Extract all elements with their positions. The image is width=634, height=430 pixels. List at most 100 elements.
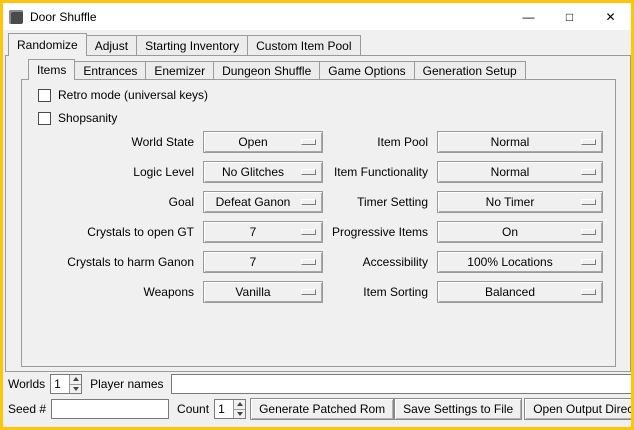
progressive-items-value: On <box>502 225 518 239</box>
item-pool-value: Normal <box>491 135 530 149</box>
timer-setting-label: Timer Setting <box>323 187 428 217</box>
worlds-row: Worlds Player names <box>8 374 632 394</box>
count-spin-arrows <box>233 400 245 418</box>
generate-patched-rom-button[interactable]: Generate Patched Rom <box>250 398 394 420</box>
shopsanity-label: Shopsanity <box>58 111 117 125</box>
dropdown-indicator-icon <box>301 289 316 295</box>
crystals-ganon-dropdown[interactable]: 7 <box>203 251 323 273</box>
item-pool-dropdown[interactable]: Normal <box>437 131 603 153</box>
maximize-icon: □ <box>566 11 573 23</box>
crystals-ganon-label: Crystals to harm Ganon <box>38 247 194 277</box>
item-functionality-dropdown[interactable]: Normal <box>437 161 603 183</box>
player-names-input[interactable] <box>171 374 633 394</box>
tab-label: Randomize <box>17 38 78 52</box>
tab-generation-setup[interactable]: Generation Setup <box>414 61 526 80</box>
shopsanity-checkbox[interactable] <box>38 112 51 125</box>
accessibility-label: Accessibility <box>323 247 428 277</box>
tab-label: Game Options <box>328 64 405 78</box>
minimize-button[interactable]: — <box>508 3 549 30</box>
accessibility-dropdown[interactable]: 100% Locations <box>437 251 603 273</box>
progressive-items-dropdown[interactable]: On <box>437 221 603 243</box>
count-label: Count <box>177 402 209 416</box>
app-window: Door Shuffle — □ ✕ Randomize Adjust Star… <box>0 0 634 430</box>
weapons-label: Weapons <box>38 277 194 307</box>
count-spinbox <box>214 399 246 419</box>
dropdown-indicator-icon <box>581 139 596 145</box>
count-spin-up-button[interactable] <box>234 400 245 410</box>
goal-label: Goal <box>38 187 194 217</box>
logic-level-label: Logic Level <box>38 157 194 187</box>
tab-randomize[interactable]: Randomize <box>8 33 87 56</box>
dropdown-indicator-icon <box>581 229 596 235</box>
worlds-spin-down-button[interactable] <box>70 385 81 394</box>
dropdown-indicator-icon <box>581 259 596 265</box>
tab-adjust[interactable]: Adjust <box>86 35 137 56</box>
window-content: Randomize Adjust Starting Inventory Cust… <box>3 30 631 427</box>
crystals-gt-dropdown[interactable]: 7 <box>203 221 323 243</box>
dropdown-indicator-icon <box>301 259 316 265</box>
open-output-directory-button[interactable]: Open Output Directory <box>524 398 634 420</box>
crystals-ganon-value: 7 <box>250 255 257 269</box>
retro-mode-label: Retro mode (universal keys) <box>58 88 208 102</box>
world-state-dropdown[interactable]: Open <box>203 131 323 153</box>
tab-game-options[interactable]: Game Options <box>319 61 414 80</box>
worlds-input[interactable] <box>51 375 69 393</box>
tab-dungeon-shuffle[interactable]: Dungeon Shuffle <box>213 61 320 80</box>
worlds-label: Worlds <box>8 377 45 391</box>
tab-label: Adjust <box>95 39 128 53</box>
crystals-gt-label: Crystals to open GT <box>38 217 194 247</box>
timer-setting-value: No Timer <box>486 195 535 209</box>
dropdown-indicator-icon <box>301 229 316 235</box>
seed-input[interactable] <box>51 399 169 419</box>
tab-items[interactable]: Items <box>28 59 75 80</box>
goal-dropdown[interactable]: Defeat Ganon <box>203 191 323 213</box>
tab-label: Entrances <box>83 64 137 78</box>
dropdown-indicator-icon <box>581 169 596 175</box>
spin-down-icon <box>73 387 79 391</box>
seed-label: Seed # <box>8 402 46 416</box>
retro-mode-checkbox[interactable] <box>38 89 51 102</box>
options-left-column: World State Open Logic Level No Glitches… <box>38 127 323 307</box>
sub-tab-bar: Items Entrances Enemizer Dungeon Shuffle… <box>28 59 525 80</box>
item-pool-label: Item Pool <box>323 127 428 157</box>
close-button[interactable]: ✕ <box>590 3 631 30</box>
retro-mode-row: Retro mode (universal keys) <box>38 88 208 102</box>
weapons-value: Vanilla <box>235 285 270 299</box>
tab-label: Dungeon Shuffle <box>222 64 311 78</box>
save-settings-button[interactable]: Save Settings to File <box>394 398 522 420</box>
tab-label: Custom Item Pool <box>256 39 351 53</box>
count-input[interactable] <box>215 400 233 418</box>
tab-label: Generation Setup <box>423 64 517 78</box>
tab-custom-item-pool[interactable]: Custom Item Pool <box>247 35 360 56</box>
logic-level-dropdown[interactable]: No Glitches <box>203 161 323 183</box>
spin-up-icon <box>73 377 79 381</box>
logic-level-value: No Glitches <box>222 165 284 179</box>
tab-enemizer[interactable]: Enemizer <box>145 61 214 80</box>
tab-label: Starting Inventory <box>145 39 239 53</box>
close-icon: ✕ <box>605 11 615 23</box>
player-names-label: Player names <box>90 377 163 391</box>
main-tab-bar: Randomize Adjust Starting Inventory Cust… <box>8 33 360 56</box>
tab-entrances[interactable]: Entrances <box>74 61 146 80</box>
shopsanity-row: Shopsanity <box>38 111 117 125</box>
minimize-icon: — <box>523 11 535 23</box>
tab-starting-inventory[interactable]: Starting Inventory <box>136 35 248 56</box>
title-bar: Door Shuffle — □ ✕ <box>3 3 631 30</box>
world-state-label: World State <box>38 127 194 157</box>
worlds-spin-up-button[interactable] <box>70 375 81 385</box>
window-title: Door Shuffle <box>30 10 97 24</box>
dropdown-indicator-icon <box>301 199 316 205</box>
goal-value: Defeat Ganon <box>216 195 291 209</box>
timer-setting-dropdown[interactable]: No Timer <box>437 191 603 213</box>
app-icon <box>9 10 23 24</box>
item-sorting-dropdown[interactable]: Balanced <box>437 281 603 303</box>
item-functionality-label: Item Functionality <box>323 157 428 187</box>
crystals-gt-value: 7 <box>250 225 257 239</box>
spin-down-icon <box>237 412 243 416</box>
count-spin-down-button[interactable] <box>234 410 245 419</box>
weapons-dropdown[interactable]: Vanilla <box>203 281 323 303</box>
maximize-button[interactable]: □ <box>549 3 590 30</box>
item-sorting-label: Item Sorting <box>323 277 428 307</box>
worlds-spin-arrows <box>69 375 81 393</box>
seed-row: Seed # Count Generate Patched Rom Save S… <box>8 398 632 420</box>
